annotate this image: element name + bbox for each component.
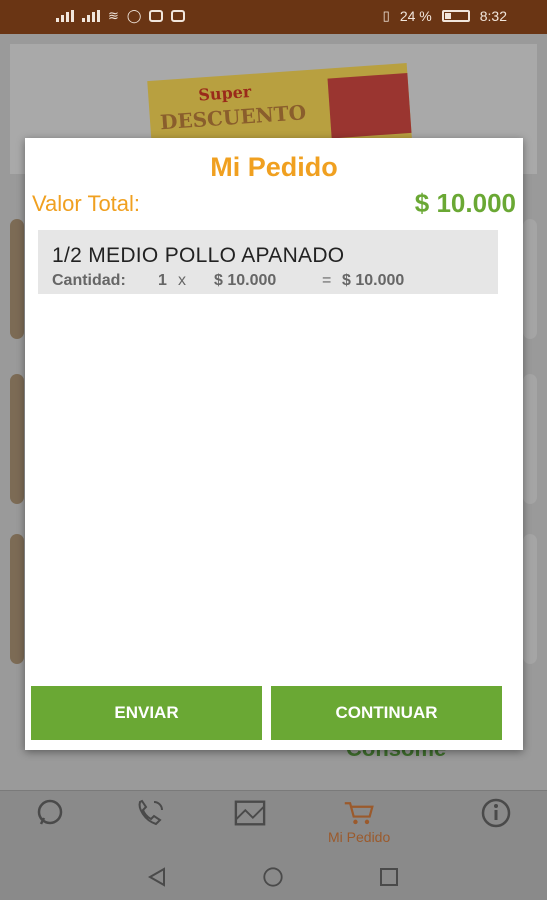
phone-icon bbox=[134, 799, 166, 827]
bottom-nav: Mi Pedido bbox=[0, 790, 547, 852]
total-label: Valor Total: bbox=[32, 191, 141, 216]
battery-icon bbox=[441, 10, 470, 22]
map-icon bbox=[234, 799, 266, 827]
order-items-list: 1/2 MEDIO POLLO APANADO Cantidad: 1 x $ … bbox=[38, 230, 498, 294]
banner-text-descuento: DESCUENTO bbox=[159, 100, 307, 135]
status-icons-right: ▯ 24 % 8:32 bbox=[383, 8, 507, 24]
order-dialog: Mi Pedido Valor Total: $ 10.000 1/2 MEDI… bbox=[25, 138, 523, 750]
nav-map[interactable] bbox=[234, 799, 266, 827]
nav-mi-pedido-label: Mi Pedido bbox=[328, 829, 391, 845]
alarm-icon: ◯ bbox=[126, 8, 142, 23]
nav-phone[interactable] bbox=[134, 799, 166, 827]
nav-whatsapp[interactable] bbox=[34, 799, 66, 827]
dialog-title: Mi Pedido bbox=[210, 152, 338, 182]
total-value: $ 10.000 bbox=[414, 188, 516, 218]
quantity-label: Cantidad: bbox=[52, 272, 126, 289]
line-total: $ 10.000 bbox=[342, 272, 405, 289]
chef-logo bbox=[327, 73, 412, 139]
send-button[interactable]: ENVIAR bbox=[31, 686, 262, 740]
product-thumb-left-3 bbox=[10, 534, 24, 664]
banner-text-super: Super bbox=[197, 81, 252, 105]
mail-icon bbox=[149, 10, 164, 22]
product-thumb-left-2 bbox=[10, 374, 24, 504]
status-icons-left: ≋ ◯ bbox=[56, 8, 186, 24]
product-card-right-3 bbox=[523, 534, 537, 664]
order-item-name: 1/2 MEDIO POLLO APANADO bbox=[52, 244, 345, 267]
cart-icon bbox=[343, 799, 375, 827]
wifi-icon: ≋ bbox=[108, 8, 119, 23]
times-sign: x bbox=[178, 272, 186, 289]
order-item-detail: Cantidad: 1 x $ 10.000 = $ 10.000 bbox=[52, 272, 498, 290]
quantity-value: 1 bbox=[158, 272, 167, 289]
clock: 8:32 bbox=[479, 8, 507, 24]
info-icon bbox=[480, 798, 512, 828]
home-icon[interactable] bbox=[262, 866, 284, 888]
nav-info[interactable] bbox=[480, 798, 512, 828]
product-thumb-left-1 bbox=[10, 219, 24, 339]
product-card-right-2 bbox=[523, 374, 537, 504]
continue-button[interactable]: CONTINUAR bbox=[271, 686, 502, 740]
back-icon[interactable] bbox=[146, 866, 168, 888]
equals-sign: = bbox=[322, 272, 332, 289]
recents-icon[interactable] bbox=[378, 866, 400, 888]
system-nav-bar bbox=[0, 852, 547, 900]
vibrate-icon: ▯ bbox=[382, 8, 390, 23]
product-card-right-1 bbox=[523, 219, 537, 339]
whatsapp-icon bbox=[34, 799, 66, 827]
signal-icon bbox=[56, 10, 74, 22]
nav-mi-pedido[interactable]: Mi Pedido bbox=[328, 799, 390, 845]
order-item[interactable]: 1/2 MEDIO POLLO APANADO Cantidad: 1 x $ … bbox=[38, 230, 498, 294]
battery-percent: 24 % bbox=[399, 8, 432, 24]
unit-price: $ 10.000 bbox=[214, 272, 277, 289]
status-bar: ≋ ◯ ▯ 24 % 8:32 bbox=[0, 0, 547, 34]
image-icon bbox=[171, 10, 186, 22]
signal-icon-2 bbox=[82, 10, 100, 22]
